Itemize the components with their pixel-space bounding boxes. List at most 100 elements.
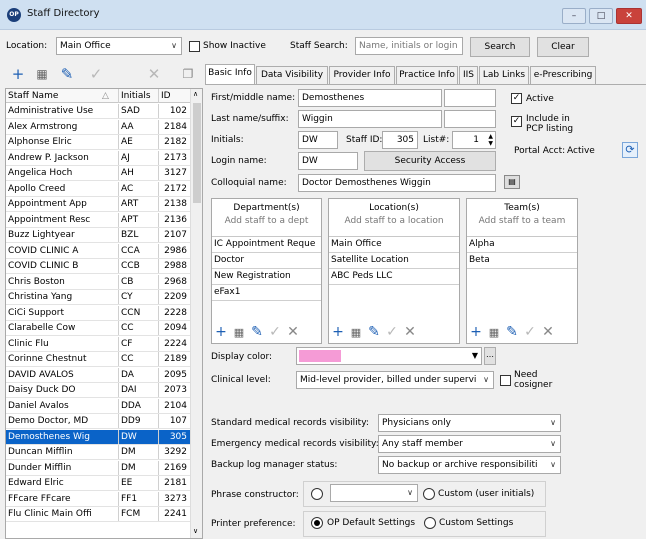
- maximize-button[interactable]: □: [589, 8, 613, 24]
- table-row[interactable]: COVID CLINIC B CCB 2988: [6, 259, 190, 274]
- table-row[interactable]: Appointment App ART 2138: [6, 197, 190, 212]
- first-name-field[interactable]: Demosthenes: [298, 89, 442, 107]
- staff-id-field[interactable]: 305: [382, 131, 418, 149]
- table-row[interactable]: Duncan Mifflin DM 3292: [6, 445, 190, 460]
- list-item[interactable]: Main Office: [329, 237, 459, 253]
- table-row[interactable]: Corinne Chestnut CC 2189: [6, 352, 190, 367]
- table-row[interactable]: COVID CLINIC A CCA 2986: [6, 243, 190, 259]
- delete-team-icon[interactable]: ▦: [485, 322, 503, 344]
- table-row[interactable]: Demosthenes Wig DW 305: [6, 429, 190, 445]
- search-button[interactable]: Search: [470, 37, 530, 57]
- backup-log-select[interactable]: No backup or archive responsibiliti: [378, 456, 561, 474]
- more-colors-button[interactable]: …: [484, 347, 496, 365]
- table-row[interactable]: Buzz Lightyear BZL 2107: [6, 228, 190, 243]
- edit-staff-button[interactable]: ✎: [57, 64, 77, 84]
- table-row[interactable]: Clarabelle Cow CC 2094: [6, 321, 190, 336]
- list-item[interactable]: Beta: [467, 253, 577, 269]
- cancel-location-icon[interactable]: ✕: [401, 321, 419, 343]
- active-checkbox[interactable]: ✓: [511, 93, 522, 104]
- scroll-down-icon[interactable]: ∨: [193, 527, 198, 535]
- cancel-team-icon[interactable]: ✕: [539, 321, 557, 343]
- tab-lab-links[interactable]: Lab Links: [479, 66, 529, 84]
- list-item[interactable]: ABC Peds LLC: [329, 269, 459, 285]
- clinical-level-select[interactable]: Mid-level provider, billed under supervi: [296, 371, 494, 389]
- include-pcp-checkbox[interactable]: ✓: [511, 116, 522, 127]
- add-team-icon[interactable]: +: [467, 321, 485, 343]
- list-item[interactable]: Doctor: [212, 253, 321, 269]
- table-row[interactable]: Clinic Flu CF 2224: [6, 336, 190, 352]
- spinner-arrows-icon[interactable]: ▲ ▼: [488, 133, 493, 147]
- colloquial-name-field[interactable]: Doctor Demosthenes Wiggin: [298, 174, 496, 192]
- security-access-button[interactable]: Security Access: [364, 151, 496, 171]
- delete-department-icon[interactable]: ▦: [230, 322, 248, 344]
- middle-name-field[interactable]: [444, 89, 496, 107]
- table-row[interactable]: Daisy Duck DO DAI 2073: [6, 383, 190, 398]
- emergency-visibility-select[interactable]: Any staff member: [378, 435, 561, 453]
- edit-department-icon[interactable]: ✎: [248, 321, 266, 343]
- table-row[interactable]: Dunder Mifflin DM 2169: [6, 460, 190, 476]
- table-row[interactable]: Demo Doctor, MD DD9 107: [6, 414, 190, 429]
- table-row[interactable]: Alphonse Elric AE 2182: [6, 135, 190, 150]
- printer-op-default-radio[interactable]: [311, 517, 323, 529]
- phrase-template-radio[interactable]: [311, 488, 323, 500]
- staff-search-input[interactable]: Name, initials or login: [355, 37, 463, 55]
- login-name-field[interactable]: DW: [298, 152, 358, 170]
- list-item[interactable]: IC Appointment Reque: [212, 237, 321, 253]
- minimize-button[interactable]: –: [562, 8, 586, 24]
- phrase-custom-radio[interactable]: [423, 488, 435, 500]
- location-select[interactable]: Main Office: [56, 37, 182, 55]
- table-row[interactable]: Flu Clinic Main Offi FCM 2241: [6, 507, 190, 522]
- column-header-id[interactable]: ID: [158, 89, 190, 103]
- table-row[interactable]: Edward Elric EE 2181: [6, 476, 190, 491]
- tab-practice-info[interactable]: Practice Info: [396, 66, 458, 84]
- department-list[interactable]: Department(s) Add staff to a dept IC App…: [211, 198, 322, 344]
- table-row[interactable]: Apollo Creed AC 2172: [6, 181, 190, 197]
- table-row[interactable]: Angelica Hoch AH 3127: [6, 166, 190, 181]
- cancel-button[interactable]: ✕: [144, 64, 164, 84]
- refresh-icon[interactable]: ⟳: [622, 142, 638, 158]
- close-button[interactable]: ✕: [616, 8, 642, 24]
- table-row[interactable]: Andrew P. Jackson AJ 2173: [6, 150, 190, 166]
- display-color-select[interactable]: ▼: [296, 347, 482, 365]
- ok-team-icon[interactable]: ✓: [521, 321, 539, 343]
- edit-location-icon[interactable]: ✎: [365, 321, 383, 343]
- suffix-field[interactable]: [444, 110, 496, 128]
- tab-provider-info[interactable]: Provider Info: [329, 66, 395, 84]
- copy-button[interactable]: ❐: [178, 64, 198, 84]
- table-row[interactable]: Christina Yang CY 2209: [6, 290, 190, 305]
- table-row[interactable]: Daniel Avalos DDA 2104: [6, 398, 190, 414]
- table-row[interactable]: FFcare FFcare FF1 3273: [6, 491, 190, 507]
- column-header-staff-name[interactable]: Staff Name △: [6, 89, 116, 103]
- table-row[interactable]: Alex Armstrong AA 2184: [6, 119, 190, 135]
- staff-list-scrollbar[interactable]: ∧ ∨: [190, 89, 202, 538]
- show-inactive-checkbox[interactable]: [189, 41, 200, 52]
- printer-custom-radio[interactable]: [424, 517, 436, 529]
- location-list[interactable]: Location(s) Add staff to a location Main…: [328, 198, 460, 344]
- standard-visibility-select[interactable]: Physicians only: [378, 414, 561, 432]
- delete-location-icon[interactable]: ▦: [347, 322, 365, 344]
- tab-e-prescribing[interactable]: e-Prescribing: [530, 66, 596, 84]
- tab-data-visibility[interactable]: Data Visibility: [256, 66, 328, 84]
- scroll-thumb[interactable]: [193, 103, 201, 203]
- list-item[interactable]: New Registration: [212, 269, 321, 285]
- team-list[interactable]: Team(s) Add staff to a team Alpha Beta + ▦…: [466, 198, 578, 344]
- staff-list[interactable]: Staff Name △ Initials ID Administrative U…: [5, 88, 203, 539]
- add-location-icon[interactable]: +: [329, 321, 347, 343]
- initials-field[interactable]: DW: [298, 131, 338, 149]
- phrase-template-select[interactable]: [330, 484, 418, 502]
- delete-staff-button[interactable]: ▦: [32, 64, 52, 84]
- clear-button[interactable]: Clear: [537, 37, 589, 57]
- list-item[interactable]: eFax1: [212, 285, 321, 301]
- list-item[interactable]: Alpha: [467, 237, 577, 253]
- scroll-up-icon[interactable]: ∧: [193, 90, 198, 98]
- add-staff-button[interactable]: +: [8, 64, 28, 84]
- ok-department-icon[interactable]: ✓: [266, 321, 284, 343]
- last-name-field[interactable]: Wiggin: [298, 110, 442, 128]
- list-item[interactable]: Satellite Location: [329, 253, 459, 269]
- table-row[interactable]: Chris Boston CB 2968: [6, 274, 190, 290]
- table-row[interactable]: CiCi Support CCN 2228: [6, 305, 190, 321]
- need-cosigner-checkbox[interactable]: [500, 375, 511, 386]
- ok-button[interactable]: ✓: [86, 64, 106, 84]
- tab-iis[interactable]: IIS: [459, 66, 478, 84]
- table-row[interactable]: DAVID AVALOS DA 2095: [6, 367, 190, 383]
